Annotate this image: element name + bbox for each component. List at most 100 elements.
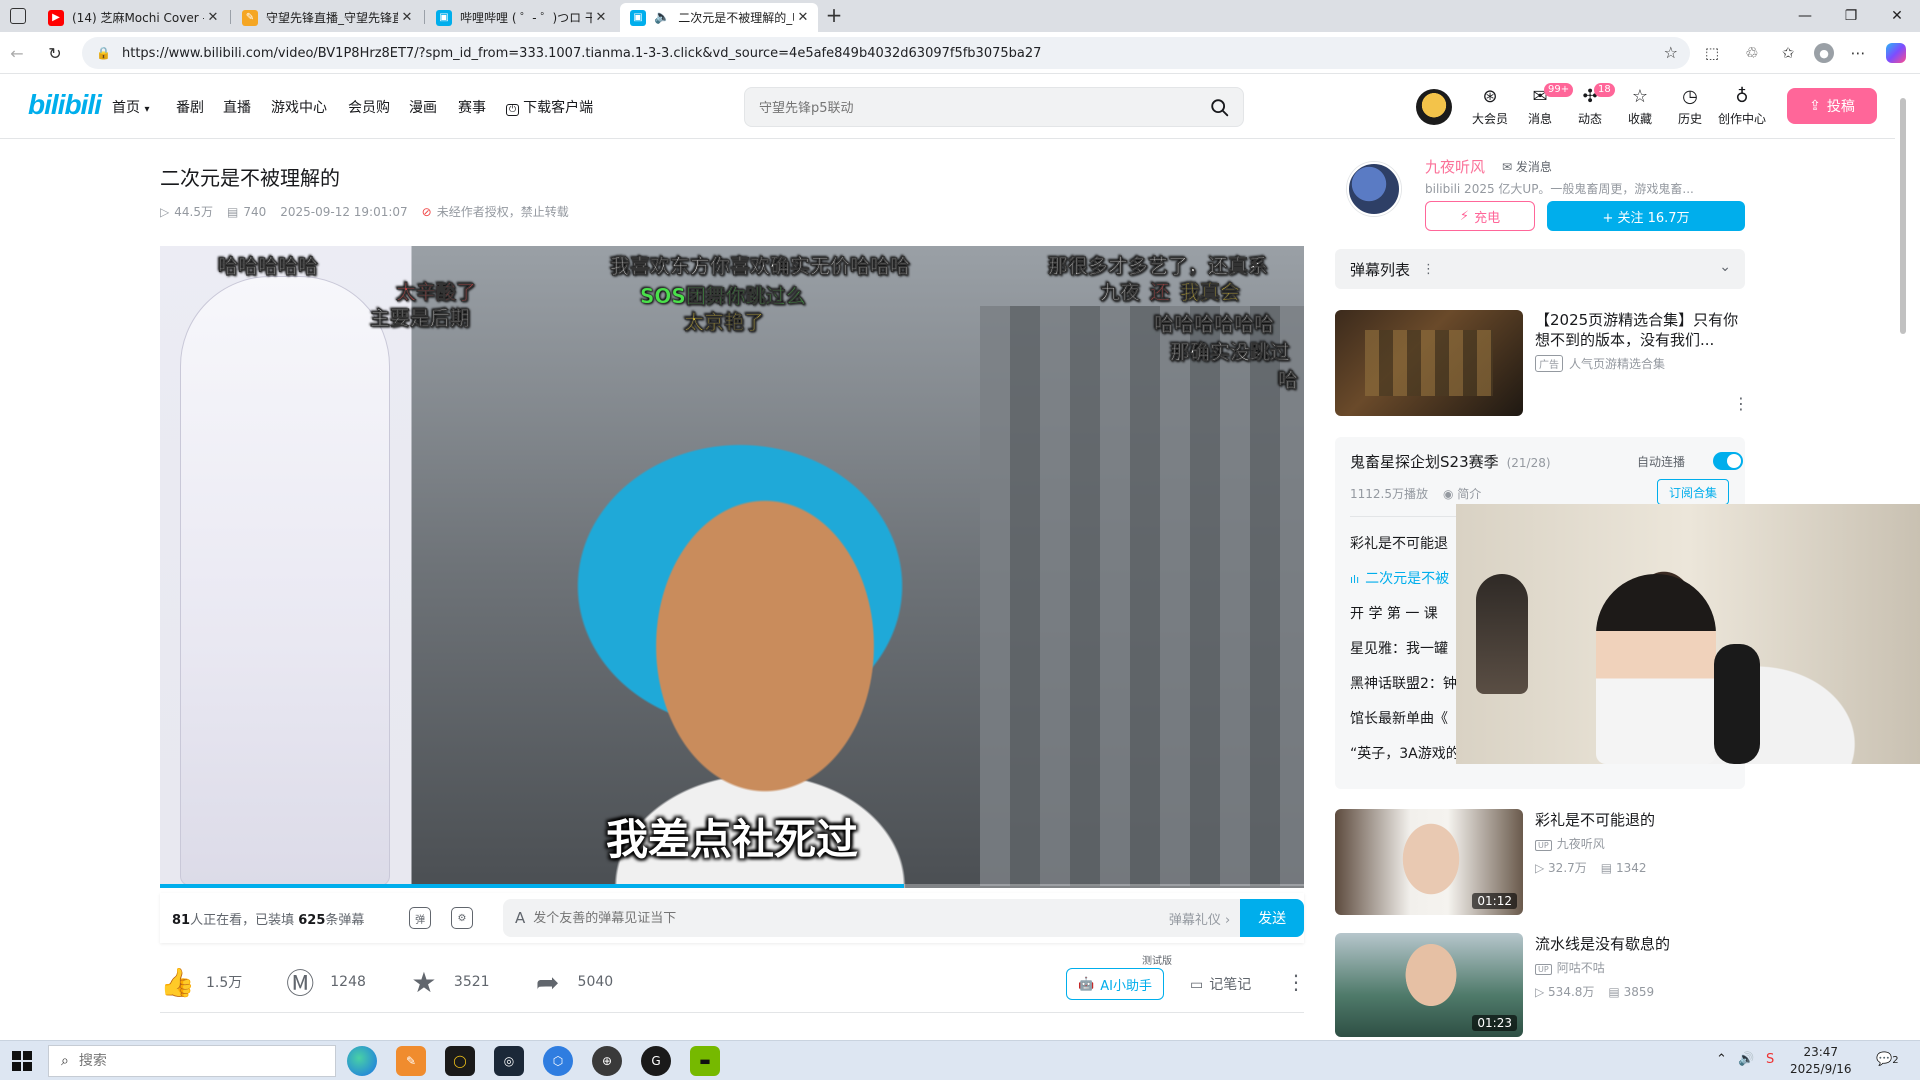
speaker-icon[interactable]: 🔊 <box>1738 1052 1754 1067</box>
search-input[interactable] <box>759 97 1179 119</box>
ad-card[interactable]: 【2025页游精选合集】只有你想不到的版本，没有我们... 广告 人气页游精选合集… <box>1335 310 1749 418</box>
bilibili-logo[interactable]: bilibili <box>28 89 102 121</box>
close-tab-icon[interactable]: ✕ <box>204 10 222 25</box>
prohibited-icon: ⊘ <box>421 204 432 219</box>
nav-anime[interactable]: 番剧 <box>176 97 204 117</box>
g-hub-icon[interactable]: G <box>641 1046 671 1076</box>
video-progress-bar[interactable] <box>160 884 1304 888</box>
tray-expand-icon[interactable]: ⌃ <box>1716 1052 1727 1067</box>
recommended-video[interactable]: 01:12 彩礼是不可能退的 UP 九夜听风 ▷ 32.7万 ▤ 1342 <box>1335 809 1745 917</box>
danmaku-settings-icon[interactable]: ⚙ <box>451 907 473 929</box>
recommended-video[interactable]: 01:23 流水线是没有歇息的 UP 阿咕不咕 ▷ 534.8万 ▤ 3859 <box>1335 933 1745 1041</box>
notification-icon[interactable]: 💬2 <box>1876 1052 1899 1067</box>
header-creator-center[interactable]: ♁ 创作中心 <box>1716 85 1768 131</box>
speaker-icon[interactable]: 🔈 <box>654 10 670 25</box>
close-tab-icon[interactable]: ✕ <box>592 10 610 25</box>
extensions-icon[interactable]: ⬚ <box>1702 43 1722 63</box>
header-favorites[interactable]: ☆ 收藏 <box>1616 85 1664 131</box>
user-avatar[interactable] <box>1416 89 1452 125</box>
collection-title[interactable]: 鬼畜星探企划S23赛季 (21/28) <box>1350 451 1551 472</box>
take-notes-button[interactable]: ▭ 记笔记 <box>1190 974 1251 994</box>
nav-game-center[interactable]: 游戏中心 <box>271 97 327 117</box>
nav-esports[interactable]: 赛事 <box>458 97 486 117</box>
restore-icon[interactable]: ❐ <box>1828 0 1874 32</box>
video-thumbnail[interactable]: 01:23 <box>1335 933 1523 1037</box>
more-options-icon[interactable]: ⋮ <box>1733 394 1749 413</box>
uploader-name[interactable]: 九夜听风 <box>1425 156 1485 177</box>
system-clock[interactable]: 23:47 2025/9/16 <box>1790 1044 1852 1078</box>
pen-app-icon[interactable]: ✎ <box>396 1046 426 1076</box>
header-feed[interactable]: ✣ 18 动态 <box>1566 83 1615 131</box>
danmaku-etiquette-link[interactable]: 弹幕礼仪 › <box>1169 909 1230 928</box>
new-tab-button[interactable]: + <box>822 4 846 28</box>
header-history[interactable]: ◷ 历史 <box>1666 85 1714 131</box>
collection-intro-link[interactable]: ◉ 简介 <box>1443 485 1481 502</box>
upload-button[interactable]: ⇪ 投稿 <box>1787 88 1877 124</box>
profile-avatar-icon[interactable]: ● <box>1814 43 1834 63</box>
video-title[interactable]: 流水线是没有歇息的 <box>1535 933 1745 954</box>
more-options-icon[interactable]: ⋮ <box>1286 970 1306 994</box>
ad-title[interactable]: 【2025页游精选合集】只有你想不到的版本，没有我们... <box>1535 310 1745 350</box>
video-title[interactable]: 彩礼是不可能退的 <box>1535 809 1745 830</box>
game-launcher-icon[interactable]: ⬡ <box>543 1046 573 1076</box>
nav-download-client[interactable]: ⏻ 下载客户端 <box>506 97 593 117</box>
o-app-icon[interactable]: ◯ <box>445 1046 475 1076</box>
danmaku-toggle-icon[interactable]: 弹 <box>409 907 432 929</box>
subscribe-collection-button[interactable]: 订阅合集 <box>1657 479 1729 505</box>
scrollbar-thumb[interactable] <box>1900 98 1906 334</box>
close-tab-icon[interactable]: ✕ <box>398 10 416 25</box>
danmaku-send-button[interactable]: 发送 <box>1240 899 1304 937</box>
nav-live[interactable]: 直播 <box>223 97 251 117</box>
browser-tab-overwatch[interactable]: ✎ 守望先锋直播_守望先锋直播解说 ✕ <box>232 3 422 32</box>
video-player[interactable]: 哈哈哈哈哈 太辛酸了 主要是后期 我喜欢东方你喜欢确实无价哈哈哈 SOS团舞你跳… <box>160 246 1304 888</box>
edge-icon[interactable] <box>347 1046 377 1076</box>
coin-button[interactable]: Ⓜ 1248 <box>284 962 366 1002</box>
browser-essentials-icon[interactable]: ♲ <box>1742 43 1762 63</box>
refresh-icon[interactable]: ↻ <box>44 42 66 64</box>
bookmark-star-icon[interactable]: ☆ <box>1664 43 1678 62</box>
font-style-icon[interactable]: A <box>515 909 525 927</box>
nav-home[interactable]: 首页 ▾ <box>112 97 149 117</box>
browser-tab-youtube[interactable]: ▶ (14) 芝麻Mochi Cover - 下雨天 [Ⅱ ✕ <box>38 3 228 32</box>
tab-actions-icon[interactable] <box>10 8 26 24</box>
nav-manga[interactable]: 漫画 <box>409 97 437 117</box>
danmaku-list-header[interactable]: 弹幕列表 ⋮ ⌄ <box>1335 249 1745 289</box>
favorite-button[interactable]: ★ 3521 <box>408 966 489 999</box>
send-message-link[interactable]: ✉ 发消息 <box>1502 158 1552 175</box>
windows-start-icon[interactable] <box>12 1051 32 1071</box>
video-uploader[interactable]: UP 九夜听风 <box>1535 835 1605 852</box>
close-tab-icon[interactable]: ✕ <box>794 10 812 25</box>
overwatch-icon[interactable]: ⊕ <box>592 1046 622 1076</box>
nav-member-shop[interactable]: 会员购 <box>348 97 390 117</box>
video-uploader[interactable]: UP 阿咕不咕 <box>1535 959 1605 976</box>
minimize-icon[interactable]: — <box>1782 0 1828 32</box>
share-button[interactable]: ➦ 5040 <box>532 966 613 999</box>
taskbar-search-input[interactable] <box>78 1053 319 1069</box>
header-vip[interactable]: ⊛ 大会员 <box>1466 85 1514 131</box>
header-messages[interactable]: ✉ 99+ 消息 <box>1516 83 1574 131</box>
browser-tab-bilibili-home[interactable]: ▣ 哔哩哔哩 ( ゜- ゜)つロ 干杯~-bilib ✕ <box>426 3 616 32</box>
uploader-avatar[interactable] <box>1347 162 1401 216</box>
input-method-icon[interactable]: S <box>1766 1052 1774 1067</box>
steam-like-icon[interactable]: ◎ <box>494 1046 524 1076</box>
kebab-menu-icon[interactable]: ⋮ <box>1422 262 1435 277</box>
close-window-icon[interactable]: ✕ <box>1874 0 1920 32</box>
browser-tab-active[interactable]: ▣ 🔈 二次元是不被理解的_哔哩哔 ✕ <box>620 3 818 32</box>
chevron-down-icon[interactable]: ⌄ <box>1719 259 1731 275</box>
ai-helper-button[interactable]: 🤖 AI小助手 <box>1066 968 1164 1000</box>
favorites-icon[interactable]: ✩ <box>1778 43 1798 63</box>
charge-button[interactable]: ⚡ 充电 <box>1425 201 1535 231</box>
copilot-icon[interactable] <box>1886 43 1906 63</box>
url-field[interactable]: 🔒 https://www.bilibili.com/video/BV1P8Hr… <box>82 37 1690 69</box>
search-icon[interactable] <box>1209 97 1231 119</box>
back-icon[interactable]: ← <box>6 42 28 64</box>
danmaku-input[interactable] <box>533 910 1169 926</box>
ad-thumbnail[interactable] <box>1335 310 1523 416</box>
nvidia-app-icon[interactable]: ▬ <box>690 1046 720 1076</box>
follow-button[interactable]: + 关注 16.7万 <box>1547 201 1745 231</box>
video-thumbnail[interactable]: 01:12 <box>1335 809 1523 915</box>
settings-more-icon[interactable]: ⋯ <box>1848 43 1868 63</box>
like-button[interactable]: 👍 1.5万 <box>160 966 242 999</box>
video-stats: ▷ 534.8万 ▤ 3859 <box>1535 985 1655 999</box>
autoplay-toggle[interactable] <box>1713 452 1743 470</box>
